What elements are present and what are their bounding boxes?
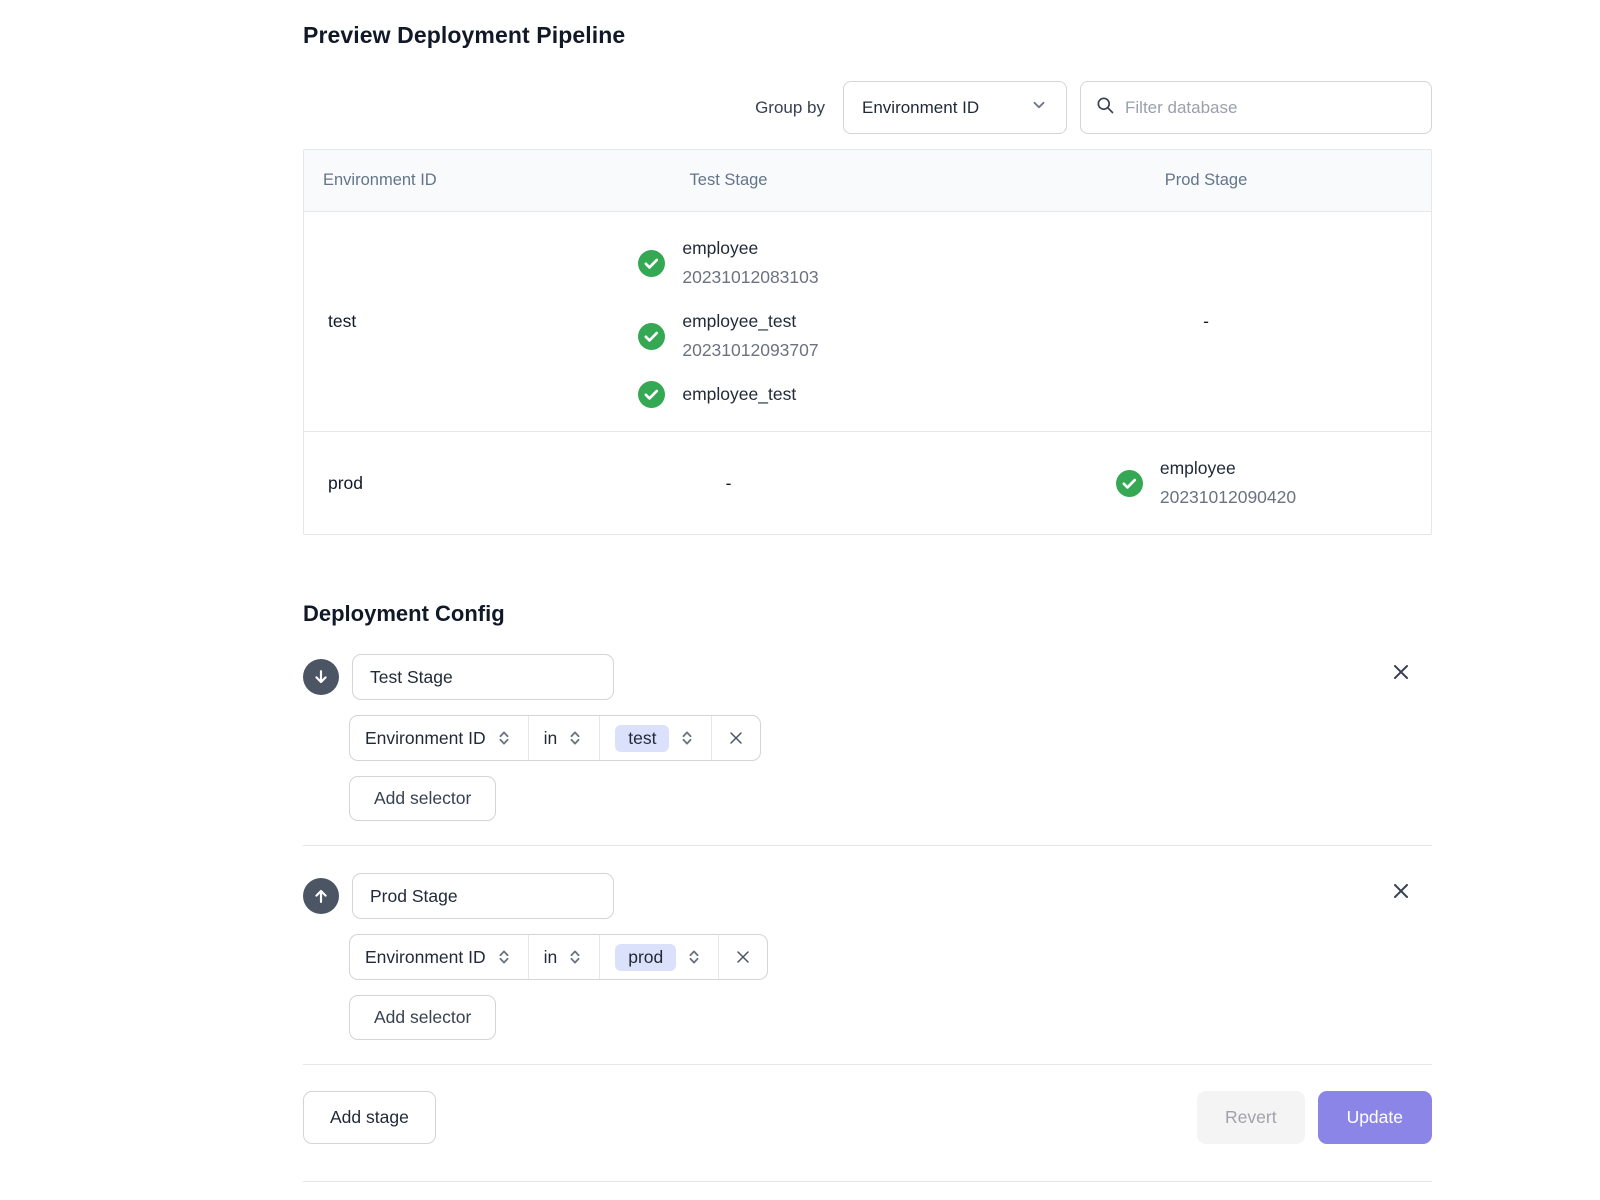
selector-field-select[interactable]: Environment ID: [350, 716, 529, 760]
filter-database-input[interactable]: [1125, 98, 1417, 118]
test-stage-cell: -: [476, 432, 981, 534]
group-by-selected-value: Environment ID: [862, 98, 979, 118]
pipeline-table: Environment ID Test Stage Prod Stage tes…: [303, 149, 1432, 535]
bottom-actions: Add stage Revert Update: [303, 1091, 1432, 1144]
selector-group: Environment ID in test: [349, 715, 761, 761]
selector-field-value: Environment ID: [365, 947, 486, 968]
arrow-up-circle-icon: [303, 878, 339, 914]
selector-field-value: Environment ID: [365, 728, 486, 749]
filter-database-box: [1080, 81, 1432, 134]
selector-value-select[interactable]: prod: [600, 935, 719, 979]
stage-header: [303, 873, 1432, 919]
updown-chevrons-icon: [685, 948, 703, 966]
check-circle-icon: [638, 250, 665, 277]
close-icon: [733, 947, 753, 967]
stage-name-input[interactable]: [352, 873, 614, 919]
selector-operator-select[interactable]: in: [529, 716, 601, 760]
check-circle-icon: [638, 323, 665, 350]
empty-stage-dash: -: [1203, 311, 1209, 332]
selector-field-select[interactable]: Environment ID: [350, 935, 529, 979]
deployment-text: employee 20231012083103: [682, 234, 818, 292]
check-circle-icon: [1116, 470, 1143, 497]
deployment-text: employee_test 20231012093707: [682, 307, 818, 365]
close-icon: [1389, 879, 1413, 903]
database-name: employee: [1160, 454, 1296, 483]
add-selector-button[interactable]: Add selector: [349, 776, 496, 821]
deployment-item: employee_test: [638, 380, 818, 409]
add-selector-button[interactable]: Add selector: [349, 995, 496, 1040]
section-divider: [303, 1064, 1432, 1065]
test-stage-cell: employee 20231012083103 employee_test 20…: [476, 212, 981, 431]
deployment-config-heading: Deployment Config: [303, 601, 1432, 627]
close-icon: [1389, 660, 1413, 684]
selector-row: Environment ID in prod: [349, 934, 1432, 980]
selector-operator-select[interactable]: in: [529, 935, 601, 979]
updown-chevrons-icon: [566, 948, 584, 966]
column-header-test-stage: Test Stage: [476, 171, 981, 190]
empty-stage-dash: -: [726, 473, 732, 494]
arrow-down-circle-icon: [303, 659, 339, 695]
updown-chevrons-icon: [495, 948, 513, 966]
database-name: employee: [682, 234, 818, 263]
stage-block-prod: Environment ID in prod Add selector: [303, 873, 1432, 1040]
stage-header: [303, 654, 1432, 700]
remove-selector-button[interactable]: [712, 716, 760, 760]
deployment-item: employee 20231012083103: [638, 234, 818, 292]
selector-value-pill: test: [615, 725, 669, 752]
database-version: 20231012093707: [682, 336, 818, 365]
prod-stage-cell: employee 20231012090420: [981, 432, 1431, 534]
right-actions: Revert Update: [1197, 1091, 1432, 1144]
remove-stage-button[interactable]: [1388, 878, 1414, 904]
updown-chevrons-icon: [678, 729, 696, 747]
table-row-test: test employee 20231012083103 employee_te…: [304, 212, 1431, 432]
remove-selector-button[interactable]: [719, 935, 767, 979]
selector-operator-value: in: [544, 947, 558, 968]
deployment-item: employee_test 20231012093707: [638, 307, 818, 365]
group-by-select[interactable]: Environment ID: [843, 81, 1067, 134]
column-header-environment-id: Environment ID: [304, 171, 476, 190]
prod-stage-cell: -: [981, 212, 1431, 431]
table-row-prod: prod - employee 20231012090420: [304, 432, 1431, 534]
updown-chevrons-icon: [566, 729, 584, 747]
deployment-text: employee_test: [682, 380, 796, 409]
database-version: 20231012090420: [1160, 483, 1296, 512]
deployment-item: employee 20231012090420: [1116, 454, 1296, 512]
page-title: Preview Deployment Pipeline: [303, 22, 1432, 49]
page-bottom-divider: [303, 1181, 1432, 1182]
deployment-list: employee 20231012083103 employee_test 20…: [638, 234, 818, 409]
search-icon: [1095, 95, 1115, 120]
close-icon: [726, 728, 746, 748]
group-by-label: Group by: [755, 98, 825, 118]
database-name: employee_test: [682, 307, 818, 336]
selector-group: Environment ID in prod: [349, 934, 768, 980]
check-circle-icon: [638, 381, 665, 408]
pipeline-controls: Group by Environment ID: [303, 81, 1432, 134]
database-name: employee_test: [682, 380, 796, 409]
revert-button[interactable]: Revert: [1197, 1091, 1305, 1144]
pipeline-table-header: Environment ID Test Stage Prod Stage: [304, 150, 1431, 212]
chevron-down-icon: [1030, 96, 1048, 119]
selector-value-pill: prod: [615, 944, 676, 971]
update-button[interactable]: Update: [1318, 1091, 1432, 1144]
database-version: 20231012083103: [682, 263, 818, 292]
selector-operator-value: in: [544, 728, 558, 749]
page-content: Preview Deployment Pipeline Group by Env…: [303, 0, 1432, 1182]
updown-chevrons-icon: [495, 729, 513, 747]
selector-value-select[interactable]: test: [600, 716, 712, 760]
stage-name-input[interactable]: [352, 654, 614, 700]
stage-block-test: Environment ID in test Add selector: [303, 654, 1432, 821]
deployment-text: employee 20231012090420: [1160, 454, 1296, 512]
stage-divider: [303, 845, 1432, 846]
environment-id-value: prod: [304, 473, 476, 494]
selector-row: Environment ID in test: [349, 715, 1432, 761]
add-stage-button[interactable]: Add stage: [303, 1091, 436, 1144]
remove-stage-button[interactable]: [1388, 659, 1414, 685]
environment-id-value: test: [304, 311, 476, 332]
column-header-prod-stage: Prod Stage: [981, 171, 1431, 190]
